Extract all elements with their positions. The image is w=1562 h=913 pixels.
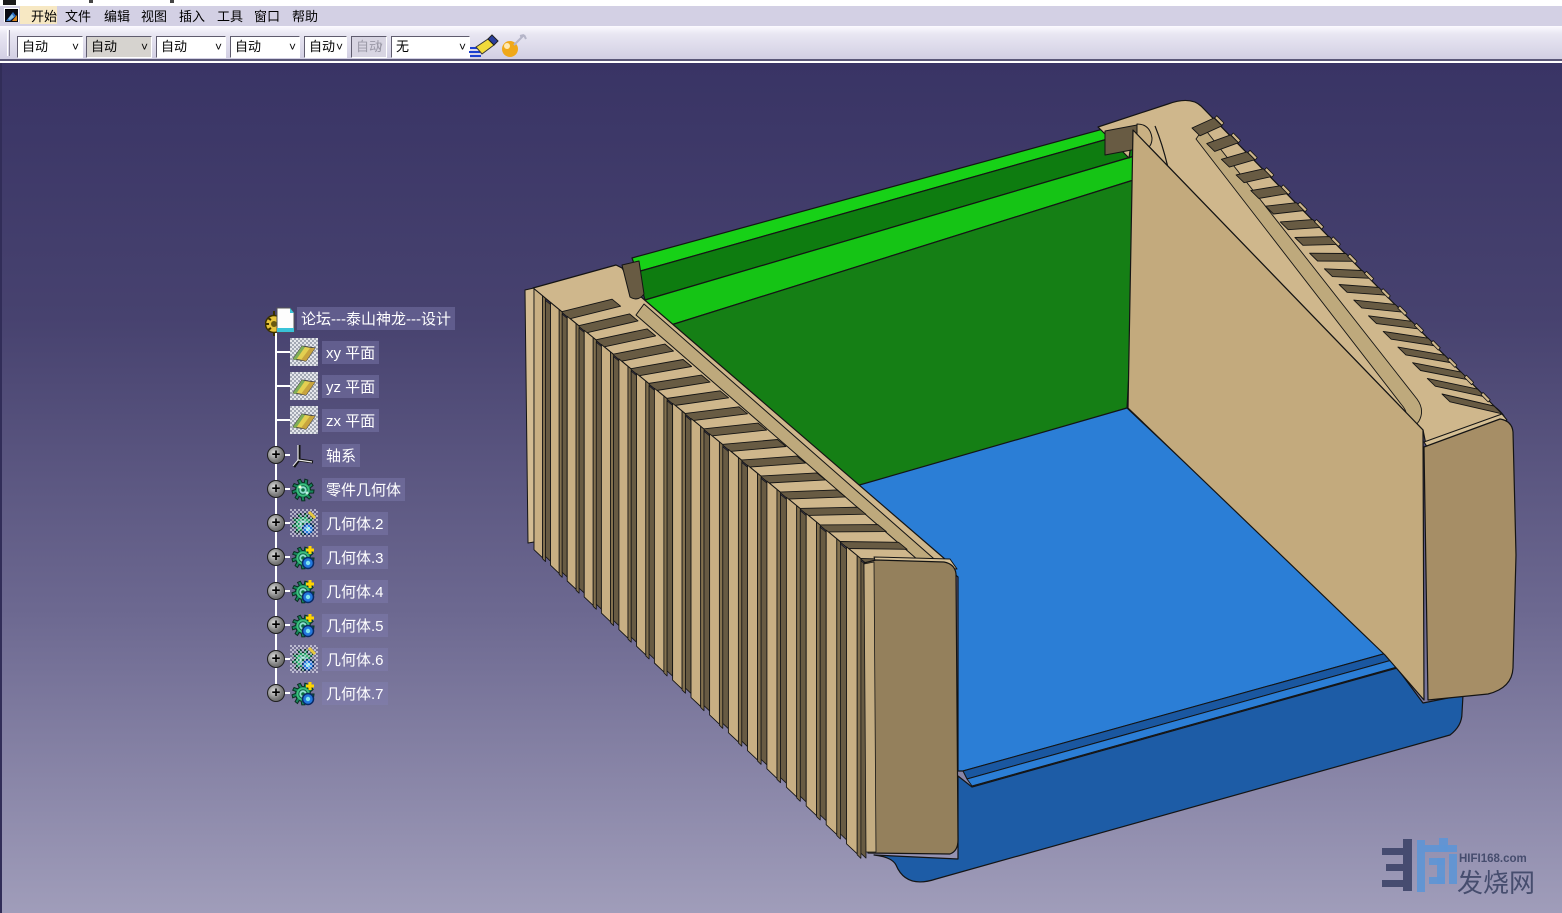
svg-text:HIFI168.com: HIFI168.com bbox=[1459, 853, 1527, 865]
svg-text:发烧网: 发烧网 bbox=[1457, 868, 1535, 898]
